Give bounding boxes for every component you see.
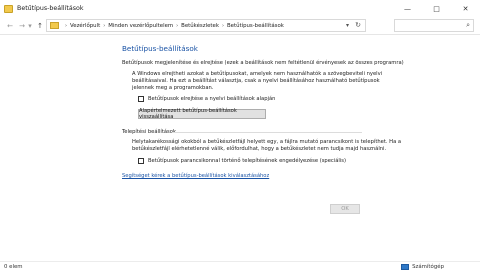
item-count: 0 elem (4, 264, 23, 270)
window-controls: — □ ✕ (393, 0, 480, 17)
restore-default-font-settings-button[interactable]: Alapértelmezett betűtípus-beállítások vi… (138, 108, 266, 120)
navigation-bar: ← → ▾ ↑ › Vezérlőpult › Minden vezérlőpu… (0, 17, 480, 35)
section-description-line: beállításaival. Ha ezt a beállítást vála… (132, 78, 380, 84)
computer-icon (401, 264, 410, 270)
address-bar[interactable]: › Vezérlőpult › Minden vezérlőpultelem ›… (46, 19, 366, 32)
up-arrow-icon[interactable]: ↑ (34, 20, 46, 32)
status-bar: 0 elem Számítógép (0, 261, 480, 273)
window-title: Betűtípus-beállítások (17, 5, 84, 12)
hide-fonts-checkbox[interactable] (138, 96, 144, 102)
main-content: Betűtípus-beállítások Betűtípusok megjel… (0, 36, 480, 261)
section-description-line: A Windows elrejtheti azokat a betűtípuso… (132, 71, 383, 77)
page-title: Betűtípus-beállítások (122, 44, 198, 53)
location-label: Számítógép (412, 264, 444, 270)
recent-locations-chevron-icon[interactable]: ▾ (27, 20, 33, 32)
breadcrumb-separator: › (176, 22, 179, 29)
breadcrumb-separator: › (103, 22, 106, 29)
help-link[interactable]: Segítséget kérek a betűtípus-beállítások… (122, 173, 269, 179)
breadcrumb-font-settings[interactable]: Betűtípus-beállítások (227, 23, 284, 29)
shortcut-install-checkbox-label: Betűtípusok parancsikonnal történő telep… (148, 158, 346, 164)
maximize-button[interactable]: □ (422, 0, 451, 17)
fonts-folder-icon (4, 4, 13, 13)
shortcut-install-checkbox-row[interactable]: Betűtípusok parancsikonnal történő telep… (138, 158, 346, 164)
back-arrow-icon[interactable]: ← (4, 20, 16, 32)
breadcrumb-control-panel[interactable]: Vezérlőpult (70, 23, 100, 29)
minimize-button[interactable]: — (393, 0, 422, 17)
breadcrumb-all-control-panel-items[interactable]: Minden vezérlőpultelem (108, 23, 173, 29)
section-title-installation: Telepítési beállítások (122, 129, 176, 135)
folder-icon (50, 22, 59, 29)
section-title-show-hide: Betűtípusok megjelenítése és elrejtése (… (122, 60, 404, 66)
ok-button[interactable]: OK (330, 204, 360, 214)
title-bar: Betűtípus-beállítások — □ ✕ (0, 0, 480, 17)
address-dropdown-chevron-icon[interactable]: ▾ (346, 22, 349, 29)
section-description-line: Helytakarékossági okokból a betűkészletf… (132, 139, 402, 145)
breadcrumb-fonts[interactable]: Betűkészletek (181, 23, 219, 29)
search-input[interactable]: ⌕ (394, 19, 474, 32)
shortcut-install-checkbox[interactable] (138, 158, 144, 164)
section-description-line: jelennek meg a programokban. (132, 85, 214, 91)
hide-fonts-checkbox-label: Betűtípusok elrejtése a nyelvi beállítás… (148, 96, 276, 102)
search-icon: ⌕ (466, 21, 470, 29)
refresh-icon[interactable]: ↻ (355, 21, 361, 29)
section-divider (172, 132, 362, 133)
breadcrumb-separator: › (221, 22, 224, 29)
close-button[interactable]: ✕ (451, 0, 480, 17)
location-indicator: Számítógép (401, 264, 444, 270)
breadcrumb-separator: › (65, 22, 67, 29)
hide-fonts-checkbox-row[interactable]: Betűtípusok elrejtése a nyelvi beállítás… (138, 96, 275, 102)
section-description-line: betűkészletfájl elérhetetlenné válik, el… (132, 146, 387, 152)
